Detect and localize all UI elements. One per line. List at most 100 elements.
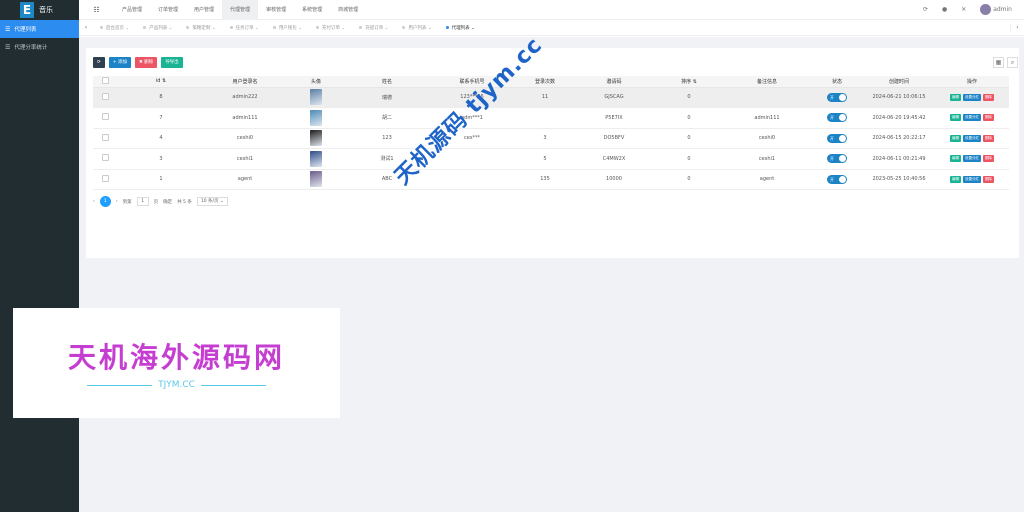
chevron-left-icon[interactable]: ‹ (79, 24, 93, 31)
tab-item[interactable]: 充提订单 ⌄ (352, 25, 395, 31)
table-row[interactable]: 7 admin111 胡二 adm***1 P5E7IX 0 admin111 开 2024-0… (93, 107, 1009, 129)
topnav-item-active[interactable]: 代理管理 (222, 0, 259, 20)
fullscreen-icon[interactable]: ✕ (961, 6, 966, 13)
edit-button[interactable]: 编辑 (950, 155, 961, 163)
row-checkbox[interactable] (93, 128, 117, 149)
cell-login: ceshi1 (205, 148, 285, 170)
delete-row-button[interactable]: 删除 (983, 134, 994, 142)
sidebar-item-agent-list[interactable]: ☰ 代理列表 (0, 20, 79, 38)
columns-icon[interactable]: ▦ (993, 57, 1004, 68)
page-current[interactable]: 1 (99, 196, 111, 207)
tab-item[interactable]: 任务订单 ⌄ (223, 25, 266, 31)
avatar-thumbnail[interactable] (310, 171, 322, 188)
cell-logins: 11 (517, 87, 573, 108)
cell-created: 2024-06-15 20:22:17 (863, 128, 935, 149)
logo-mark: E (20, 2, 34, 18)
search-icon[interactable]: ⌕ (1007, 57, 1018, 68)
cell-created: 2024-06-11 00:21:49 (863, 148, 935, 170)
next-page-icon[interactable]: › (116, 199, 118, 204)
cell-avatar[interactable] (285, 128, 347, 149)
col-id[interactable]: id ⇅ (117, 76, 205, 88)
delete-button[interactable]: ✖ 删除 (134, 57, 158, 68)
refresh-button[interactable]: ⟳ (93, 57, 105, 68)
edit-button[interactable]: 编辑 (950, 93, 961, 101)
set-dividend-button[interactable]: 设置分红 (963, 114, 981, 122)
cell-status[interactable]: 开 (811, 148, 863, 170)
set-dividend-button[interactable]: 设置分红 (963, 93, 981, 101)
cell-logins: 3 (517, 128, 573, 149)
set-dividend-button[interactable]: 设置分红 (963, 134, 981, 142)
status-toggle[interactable]: 开 (827, 133, 847, 143)
user-menu[interactable]: admin (980, 4, 1012, 15)
topnav-item[interactable]: 系统管理 (294, 0, 330, 20)
cell-status[interactable]: 开 (811, 128, 863, 149)
list-icon: ☰ (5, 43, 11, 51)
tab-item[interactable]: 充付订单 ⌄ (309, 25, 352, 31)
delete-row-button[interactable]: 删除 (983, 155, 994, 163)
col-sort[interactable]: 排序 ⇅ (655, 76, 723, 88)
cell-avatar[interactable] (285, 87, 347, 108)
page-size-select[interactable]: 10 条/页 ⌄ (196, 197, 228, 206)
status-toggle[interactable]: 开 (827, 92, 847, 102)
avatar-thumbnail[interactable] (310, 109, 322, 126)
confirm-button[interactable]: 确定 (163, 199, 172, 205)
tab-item[interactable]: 产品列表 ⌄ (136, 25, 179, 31)
set-dividend-button[interactable]: 设置分红 (963, 175, 981, 183)
top-bar: ☷ 产品管理 订单管理 用户管理 代理管理 审核管理 系统管理 商城管理 ⟳ ●… (79, 0, 1024, 20)
add-button[interactable]: + 添加 (108, 57, 131, 68)
lock-icon[interactable]: ● (942, 6, 947, 13)
page-input[interactable]: 1 (136, 197, 149, 206)
cell-avatar[interactable] (285, 148, 347, 170)
cell-code: GJSCAG (573, 87, 655, 108)
cell-status[interactable]: 开 (811, 169, 863, 190)
app-logo[interactable]: E 音乐 (0, 0, 79, 20)
table-row[interactable]: 8 admin222 瑞德 123***56 11 GJSCAG 0 开 2024-06-21 … (93, 87, 1009, 108)
topnav-item[interactable]: 审核管理 (258, 0, 294, 20)
delete-row-button[interactable]: 删除 (983, 175, 994, 183)
cell-id: 3 (117, 148, 205, 170)
avatar-thumbnail[interactable] (310, 89, 322, 106)
cell-status[interactable]: 开 (811, 87, 863, 108)
topnav-item[interactable]: 产品管理 (114, 0, 150, 20)
row-checkbox[interactable] (93, 169, 117, 190)
sidebar-item-label: 代理列表 (14, 27, 37, 33)
topnav-item[interactable]: 商城管理 (330, 0, 366, 20)
tab-item[interactable]: 用户列表 ⌄ (395, 25, 438, 31)
cell-avatar[interactable] (285, 107, 347, 129)
delete-row-button[interactable]: 删除 (983, 114, 994, 122)
edit-button[interactable]: 编辑 (950, 134, 961, 142)
export-button[interactable]: 导导出 (161, 57, 183, 68)
menu-toggle-icon[interactable]: ☷ (79, 6, 114, 14)
refresh-icon[interactable]: ⟳ (923, 6, 928, 13)
table-row[interactable]: 4 ceshi0 123 ces*** 3 DO5BFV 0 ceshi0 开 2024-06-1… (93, 128, 1009, 149)
tab-item[interactable]: 策略定制 ⌄ (179, 25, 222, 31)
cell-id: 7 (117, 107, 205, 129)
cell-logins: 135 (517, 169, 573, 190)
table-row[interactable]: 3 ceshi1 测试1 5 C4MW2X 0 ceshi1 开 2024-06-11 00:2… (93, 148, 1009, 170)
topnav-item[interactable]: 用户管理 (186, 0, 222, 20)
status-toggle[interactable]: 开 (827, 174, 847, 184)
avatar-thumbnail[interactable] (310, 130, 322, 147)
avatar-thumbnail[interactable] (310, 150, 322, 167)
tab-item-active[interactable]: 代理列表 ⌄ (439, 25, 482, 31)
topnav-item[interactable]: 订单管理 (150, 0, 186, 20)
row-checkbox[interactable] (93, 107, 117, 129)
edit-button[interactable]: 编辑 (950, 114, 961, 122)
col-remark: 备注信息 (723, 76, 811, 88)
table-row[interactable]: 1 agent ABC 135 10000 0 agent 开 2023-05-25 10:40… (93, 169, 1009, 190)
tab-item[interactable]: 用户钱包 ⌄ (266, 25, 309, 31)
status-toggle[interactable]: 开 (827, 154, 847, 164)
cell-avatar[interactable] (285, 169, 347, 190)
row-checkbox[interactable] (93, 148, 117, 170)
delete-row-button[interactable]: 删除 (983, 93, 994, 101)
edit-button[interactable]: 编辑 (950, 175, 961, 183)
cell-status[interactable]: 开 (811, 107, 863, 129)
set-dividend-button[interactable]: 设置分红 (963, 155, 981, 163)
header-checkbox[interactable] (93, 76, 117, 88)
row-checkbox[interactable] (93, 87, 117, 108)
status-toggle[interactable]: 开 (827, 113, 847, 123)
prev-page-icon[interactable]: ‹ (93, 199, 95, 204)
chevron-right-icon[interactable]: › (1010, 24, 1024, 31)
sidebar-item-agent-stats[interactable]: ☰ 代理分率统计 (0, 38, 79, 56)
tab-item[interactable]: 后台首页 ⌄ (93, 25, 136, 31)
